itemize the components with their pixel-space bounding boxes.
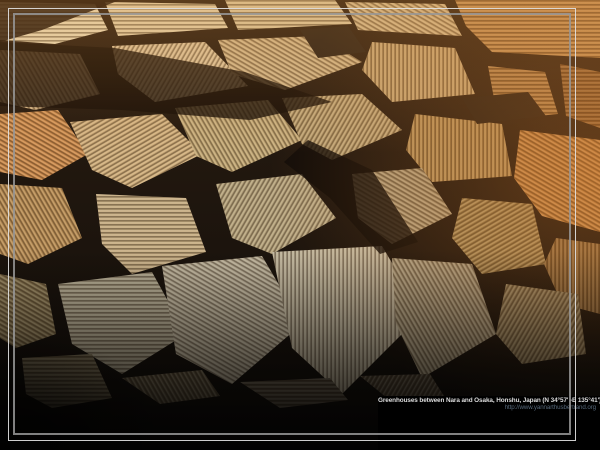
aerial-photo-greenhouses <box>0 0 600 450</box>
caption-website-url: http://www.yannarthusbertrand.org <box>378 404 600 411</box>
caption-title: Greenhouses between Nara and Osaka, Hons… <box>378 396 600 404</box>
caption-bar: Greenhouses between Nara and Osaka, Hons… <box>378 396 600 450</box>
wallpaper: Greenhouses between Nara and Osaka, Hons… <box>0 0 600 450</box>
